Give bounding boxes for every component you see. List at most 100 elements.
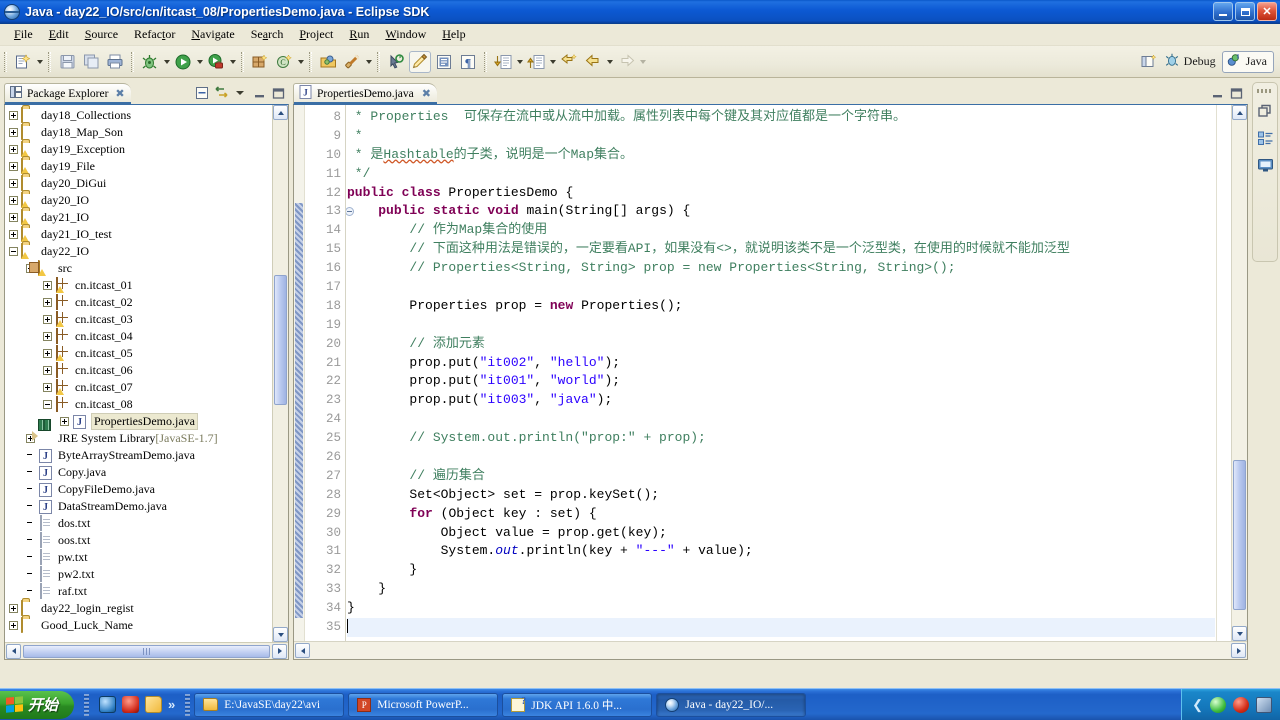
- code-line-35[interactable]: [347, 618, 1215, 637]
- code-line-30[interactable]: Object value = prop.get(key);: [347, 524, 1215, 543]
- code-line-9[interactable]: *: [347, 127, 1215, 146]
- new-class-dropdown-icon[interactable]: [296, 52, 305, 72]
- next-annotation-icon[interactable]: [492, 51, 514, 73]
- perspective-debug[interactable]: Debug: [1161, 51, 1222, 73]
- maximize-icon[interactable]: [1228, 86, 1244, 101]
- view-menu-icon[interactable]: [232, 86, 248, 101]
- tree-horizontal-scrollbar[interactable]: [5, 642, 288, 659]
- expand-icon[interactable]: [9, 621, 18, 630]
- tree-item-good-luck-name[interactable]: Good_Luck_Name: [5, 617, 272, 634]
- start-button[interactable]: 开始: [0, 690, 75, 719]
- outline-icon[interactable]: [1256, 129, 1274, 147]
- restore-icon[interactable]: [1256, 102, 1274, 120]
- menu-project[interactable]: Project: [291, 25, 341, 44]
- code-line-8[interactable]: * Properties 可保存在流中或从流中加载。属性列表中每个键及其对应值都…: [347, 108, 1215, 127]
- code-line-29[interactable]: for (Object key : set) {: [347, 505, 1215, 524]
- run-icon[interactable]: [172, 51, 194, 73]
- open-type-icon[interactable]: [317, 51, 339, 73]
- tab-properties-demo[interactable]: J PropertiesDemo.java ✖: [293, 82, 437, 104]
- code-line-32[interactable]: }: [347, 561, 1215, 580]
- debug-dropdown-icon[interactable]: [162, 52, 171, 72]
- expand-icon[interactable]: [43, 332, 52, 341]
- code-line-22[interactable]: prop.put("it001", "world");: [347, 372, 1215, 391]
- menu-window[interactable]: Window: [377, 25, 434, 44]
- tray-expand-icon[interactable]: ❮: [1192, 697, 1203, 713]
- close-icon[interactable]: ✖: [115, 87, 124, 100]
- search-dropdown-icon[interactable]: [364, 52, 373, 72]
- code-line-25[interactable]: // System.out.println("prop:" + prop);: [347, 429, 1215, 448]
- tree-item-cn-itcast-01[interactable]: cn.itcast_01: [5, 277, 272, 294]
- taskbar-button[interactable]: P Microsoft PowerP...: [348, 692, 499, 717]
- expand-icon[interactable]: [43, 315, 52, 324]
- code-line-16[interactable]: // Properties<String, String> prop = new…: [347, 259, 1215, 278]
- expand-icon[interactable]: [9, 196, 18, 205]
- menu-help[interactable]: Help: [434, 25, 473, 44]
- external-tools-icon[interactable]: [205, 51, 227, 73]
- opera-icon[interactable]: [122, 696, 140, 713]
- taskbar-grip-icon[interactable]: [185, 693, 191, 716]
- print-icon[interactable]: [104, 51, 126, 73]
- code-line-19[interactable]: [347, 316, 1215, 335]
- editor-overview-ruler[interactable]: [1216, 105, 1231, 641]
- save-icon[interactable]: [56, 51, 78, 73]
- code-line-20[interactable]: // 添加元素: [347, 335, 1215, 354]
- code-line-18[interactable]: Properties prop = new Properties();: [347, 297, 1215, 316]
- collapse-all-icon[interactable]: [194, 86, 210, 101]
- quicklaunch-more-icon[interactable]: »: [168, 697, 175, 712]
- tree-item-day18-collections[interactable]: day18_Collections: [5, 107, 272, 124]
- pilcrow-icon[interactable]: ¶: [457, 51, 479, 73]
- tree-item-jre-system-library[interactable]: JRE System Library [JavaSE-1.7]: [5, 430, 272, 447]
- back-dropdown-icon[interactable]: [605, 52, 614, 72]
- toggle-mark-occurrences-icon[interactable]: [409, 50, 431, 73]
- expand-icon[interactable]: [60, 417, 69, 426]
- scroll-left-icon[interactable]: [6, 643, 21, 659]
- code-line-27[interactable]: // 遍历集合: [347, 467, 1215, 486]
- expand-icon[interactable]: [43, 349, 52, 358]
- tree-item-cn-itcast-05[interactable]: cn.itcast_05: [5, 345, 272, 362]
- maximize-icon[interactable]: [270, 86, 286, 101]
- drag-handle-icon[interactable]: [1257, 89, 1273, 93]
- project-tree[interactable]: day18_Collections day18_Map_Son day19_Exce…: [5, 105, 272, 642]
- collapse-icon[interactable]: [9, 247, 18, 256]
- code-line-14[interactable]: // 作为Map集合的使用: [347, 221, 1215, 240]
- tree-item-bytearraystreamdemo-java[interactable]: J ByteArrayStreamDemo.java: [5, 447, 272, 464]
- restore-button[interactable]: [1235, 2, 1255, 21]
- save-all-icon[interactable]: [80, 51, 102, 73]
- new-wizard-dropdown-icon[interactable]: [35, 52, 44, 72]
- editor-vertical-scrollbar[interactable]: [1231, 105, 1247, 641]
- tree-item-day22-login-regist[interactable]: day22_login_regist: [5, 600, 272, 617]
- code-line-28[interactable]: Set<Object> set = prop.keySet();: [347, 486, 1215, 505]
- expand-icon[interactable]: [43, 281, 52, 290]
- tree-item-day18-map-son[interactable]: day18_Map_Son: [5, 124, 272, 141]
- scroll-right-icon[interactable]: [1231, 643, 1246, 658]
- code-line-33[interactable]: }: [347, 580, 1215, 599]
- expand-icon[interactable]: [9, 604, 18, 613]
- close-icon[interactable]: ✖: [422, 87, 431, 100]
- link-with-editor-icon[interactable]: [213, 86, 229, 101]
- scroll-left-icon[interactable]: [295, 643, 310, 658]
- close-button[interactable]: ✕: [1257, 2, 1277, 21]
- code-line-26[interactable]: [347, 448, 1215, 467]
- previous-annotation-icon[interactable]: [525, 51, 547, 73]
- tree-item-day21-io[interactable]: day21_IO: [5, 209, 272, 226]
- show-whitespace-icon[interactable]: [433, 51, 455, 73]
- menu-source[interactable]: Source: [77, 25, 126, 44]
- search-icon[interactable]: [341, 51, 363, 73]
- last-edit-location-icon[interactable]: [385, 51, 407, 73]
- code-line-21[interactable]: prop.put("it002", "hello");: [347, 354, 1215, 373]
- expand-icon[interactable]: [9, 230, 18, 239]
- tree-item-day20-io[interactable]: day20_IO: [5, 192, 272, 209]
- tree-item-day19-exception[interactable]: day19_Exception: [5, 141, 272, 158]
- scroll-up-icon[interactable]: [1232, 105, 1247, 120]
- code-line-11[interactable]: */: [347, 165, 1215, 184]
- menu-file[interactable]: File: [6, 25, 41, 44]
- perspective-java[interactable]: Java: [1221, 50, 1274, 73]
- run-dropdown-icon[interactable]: [195, 52, 204, 72]
- code-line-13[interactable]: public static void main(String[] args) {: [347, 202, 1215, 221]
- expand-icon[interactable]: [9, 128, 18, 137]
- network-icon[interactable]: [1256, 696, 1272, 713]
- expand-icon[interactable]: [43, 383, 52, 392]
- code-line-34[interactable]: }: [347, 599, 1215, 618]
- minimize-icon[interactable]: [251, 86, 267, 101]
- next-annotation-dropdown-icon[interactable]: [515, 52, 524, 72]
